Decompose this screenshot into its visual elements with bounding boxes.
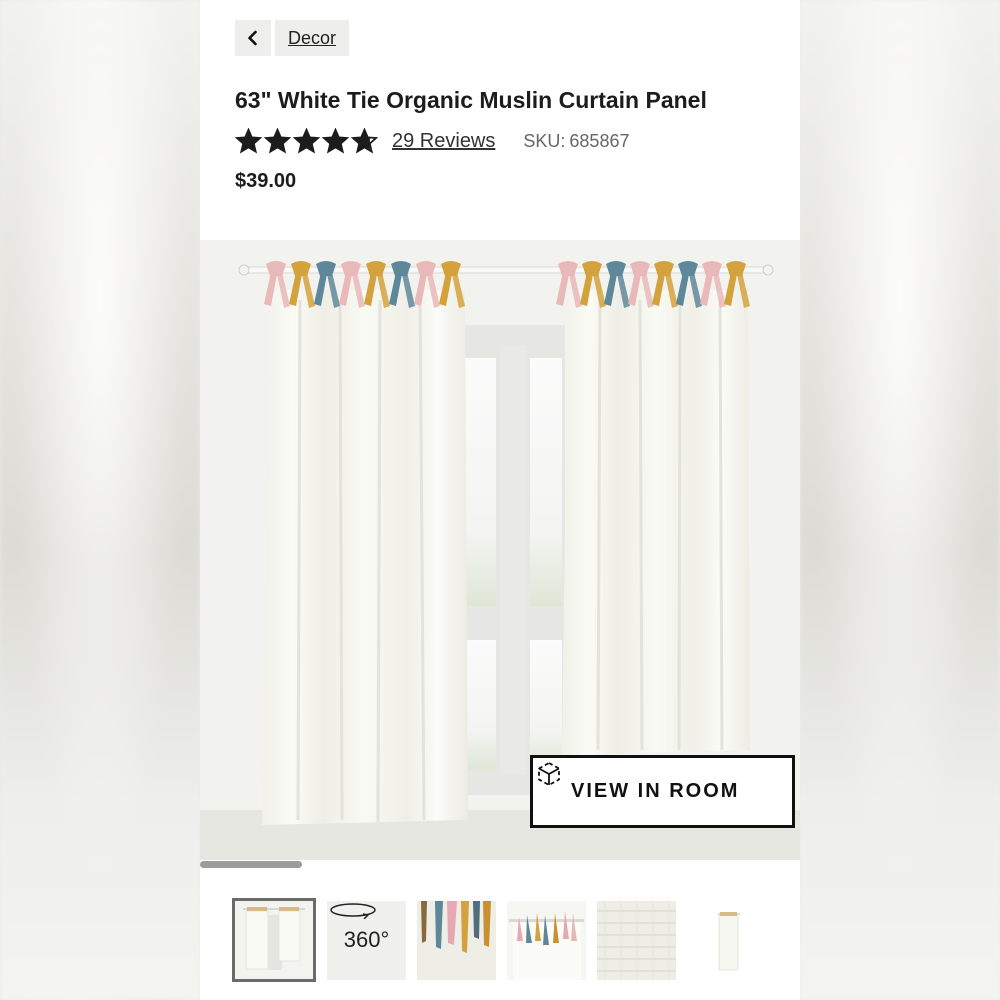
thumbnail-image [235,901,313,979]
thumbnail-image [507,900,586,980]
reviews-link[interactable]: 29 Reviews [392,130,495,153]
thumbnail-curtain-pair[interactable] [232,898,316,982]
thumbnail-strip: 360° [232,898,766,982]
gallery-scrollbar-thumb[interactable] [200,861,302,868]
product-price: $39.00 [235,170,297,192]
star-icon [235,127,262,153]
view-in-room-button[interactable]: VIEW IN ROOM [530,755,795,828]
product-image-main[interactable]: VIEW IN ROOM [200,240,800,860]
product-page: Decor 63" White Tie Organic Muslin Curta… [200,0,800,1000]
sku-value: 685867 [569,130,630,151]
rotate-360-icon [330,902,376,919]
star-icon [351,127,378,153]
ar-cube-icon [538,761,560,787]
back-button[interactable] [235,20,271,56]
star-icon [293,127,320,153]
gallery-scrollbar[interactable] [200,861,800,868]
thumbnail-image [417,900,496,980]
product-title: 63" White Tie Organic Muslin Curtain Pan… [235,87,707,113]
thumbnail-image [687,900,766,980]
blurred-background-right [800,0,1000,1000]
blurred-background-left [0,0,200,1000]
rating-row: 29 Reviews SKU: 685867 [235,126,629,156]
thumbnail-image [597,900,676,980]
thumbnail-360-view[interactable]: 360° [327,900,406,980]
thumbnail-360-label: 360° [343,927,390,952]
sku: SKU: 685867 [523,131,629,152]
star-icon [264,127,291,153]
breadcrumb-link-decor[interactable]: Decor [275,20,350,56]
thumbnail-ties-closeup[interactable] [417,900,496,980]
star-icon [322,127,349,153]
thumbnail-rod-ties[interactable] [507,900,586,980]
chevron-left-icon [248,30,257,46]
view-in-room-label: VIEW IN ROOM [571,780,740,802]
sku-label: SKU: [523,130,566,151]
thumbnail-single-panel[interactable] [687,900,766,980]
star-rating [235,127,378,155]
thumbnail-fabric-texture[interactable] [597,900,676,980]
breadcrumb: Decor [235,20,350,56]
